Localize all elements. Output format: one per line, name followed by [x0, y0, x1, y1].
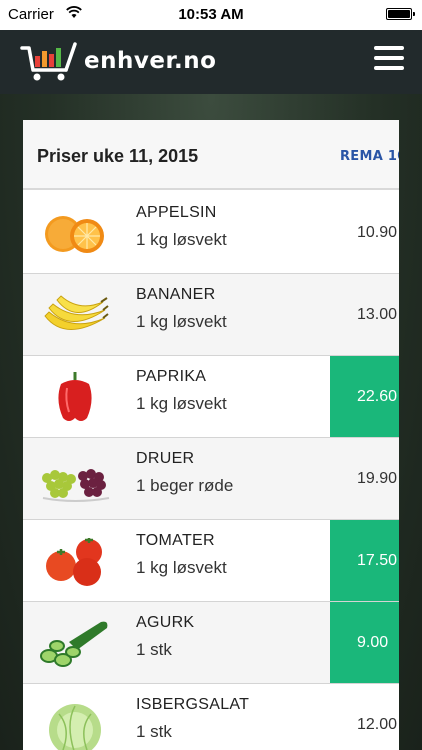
app-header: enhver.no	[0, 30, 422, 94]
shopping-cart-bars-icon	[20, 42, 77, 81]
tomatoes-image	[46, 538, 102, 586]
price-cell-best: 22.60	[330, 356, 399, 437]
product-unit: 1 stk	[136, 722, 172, 741]
product-unit: 1 kg løsvekt	[136, 558, 227, 577]
price-cell-best: 9.00	[330, 602, 399, 683]
iceberg-lettuce-image	[49, 704, 101, 750]
red-pepper-image	[58, 372, 92, 421]
product-name: APPELSIN	[136, 204, 217, 221]
product-unit: 1 kg løsvekt	[136, 394, 227, 413]
hamburger-menu-icon[interactable]	[374, 46, 404, 74]
price-cell: 19.90	[357, 470, 398, 487]
card-header: Priser uke 11, 2015 REMA 10	[23, 120, 399, 190]
product-name: AGURK	[136, 614, 195, 631]
card-title: Priser uke 11, 2015	[37, 146, 199, 166]
product-row-agurk[interactable]: AGURK 1 stk 9.00	[23, 602, 399, 684]
product-unit: 1 stk	[136, 640, 172, 659]
product-unit: 1 beger røde	[136, 476, 234, 495]
product-name: DRUER	[136, 450, 195, 467]
product-row-druer[interactable]: DRUER 1 beger røde 19.90	[23, 438, 399, 520]
price-card: Priser uke 11, 2015 REMA 10 APPELSIN 1 k…	[23, 120, 399, 750]
product-row-bananer[interactable]: BANANER 1 kg løsvekt 13.00	[23, 274, 399, 356]
status-bar: Carrier 10:53 AM	[0, 0, 422, 30]
clock: 10:53 AM	[178, 6, 244, 23]
product-name: ISBERGSALAT	[136, 696, 250, 713]
logo-text: enhver.no	[84, 48, 217, 74]
price-cell: 10.90	[357, 224, 398, 241]
product-row-isbergsalat[interactable]: ISBERGSALAT 1 stk 12.00	[23, 684, 399, 750]
product-unit: 1 kg løsvekt	[136, 230, 227, 249]
cucumber-image	[40, 621, 108, 667]
battery-icon	[386, 8, 415, 20]
grapes-image	[42, 469, 110, 502]
price-cell: 12.00	[357, 716, 398, 733]
product-row-tomater[interactable]: TOMATER 1 kg løsvekt 17.50	[23, 520, 399, 602]
price-cell-best: 17.50	[330, 520, 399, 601]
product-row-appelsin[interactable]: APPELSIN 1 kg løsvekt 10.90	[23, 192, 399, 274]
product-name: TOMATER	[136, 532, 215, 549]
price-cell: 13.00	[357, 306, 398, 323]
store-column-label[interactable]: REMA 10	[340, 149, 399, 164]
product-name: BANANER	[136, 286, 216, 303]
product-row-paprika[interactable]: PAPRIKA 1 kg løsvekt 22.60	[23, 356, 399, 438]
banana-image	[44, 295, 109, 330]
product-name: PAPRIKA	[136, 368, 207, 385]
orange-image	[45, 216, 104, 253]
product-unit: 1 kg løsvekt	[136, 312, 227, 331]
